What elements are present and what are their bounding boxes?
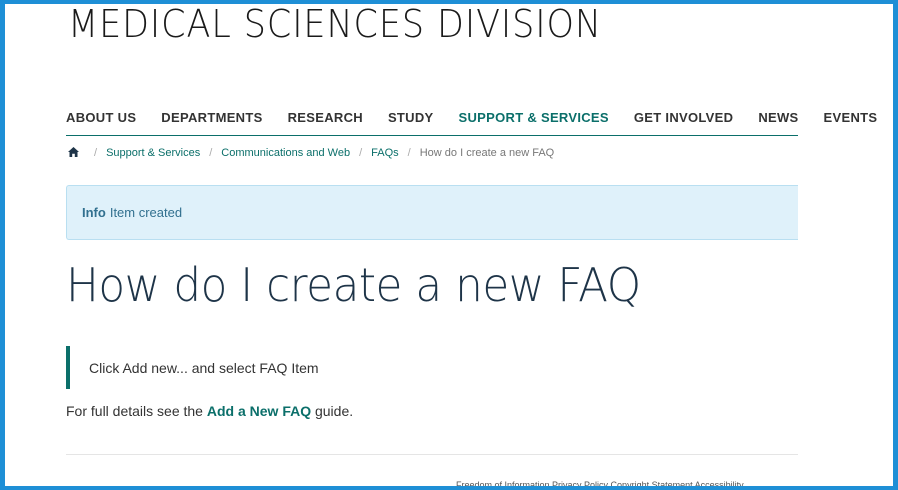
nav-item-about-us[interactable]: ABOUT US [66,110,136,125]
footer-links[interactable]: Freedom of Information Privacy Policy Co… [456,480,744,490]
details-prefix: For full details see the [66,403,207,419]
alert-message: Item created [109,205,183,220]
nav-item-support-services[interactable]: SUPPORT & SERVICES [459,110,609,125]
breadcrumb-separator: / [359,147,363,159]
breadcrumb-current: How do I create a new FAQ [419,147,555,159]
alert-label: Info [82,205,106,220]
add-new-faq-link[interactable]: Add a New FAQ [207,403,311,419]
nav-item-study[interactable]: STUDY [388,110,434,125]
main-navigation: ABOUT US DEPARTMENTS RESEARCH STUDY SUPP… [66,100,877,136]
details-suffix: guide. [311,403,354,419]
info-alert: Info Item created [66,185,798,240]
breadcrumb-separator: / [209,147,213,159]
nav-item-research[interactable]: RESEARCH [288,110,363,125]
breadcrumb-communications-web[interactable]: Communications and Web [221,147,350,159]
breadcrumb-separator: / [94,147,98,159]
breadcrumb-separator: / [407,147,411,159]
summary-text: Click Add new... and select FAQ Item [89,359,319,376]
nav-item-departments[interactable]: DEPARTMENTS [161,110,262,125]
breadcrumb: / Support & Services / Communications an… [66,146,554,160]
nav-item-events[interactable]: EVENTS [824,110,878,125]
content-divider [66,454,798,455]
nav-item-get-involved[interactable]: GET INVOLVED [634,110,733,125]
breadcrumb-support-services[interactable]: Support & Services [106,147,200,159]
page-title: How do I create a new FAQ [66,258,641,312]
details-paragraph: For full details see the Add a New FAQ g… [66,403,353,419]
summary-blockquote: Click Add new... and select FAQ Item [66,346,666,389]
breadcrumb-faqs[interactable]: FAQs [371,147,399,159]
home-icon[interactable] [68,146,79,160]
nav-item-news[interactable]: NEWS [758,110,798,125]
site-title[interactable]: MEDICAL SCIENCES DIVISION [68,2,602,46]
